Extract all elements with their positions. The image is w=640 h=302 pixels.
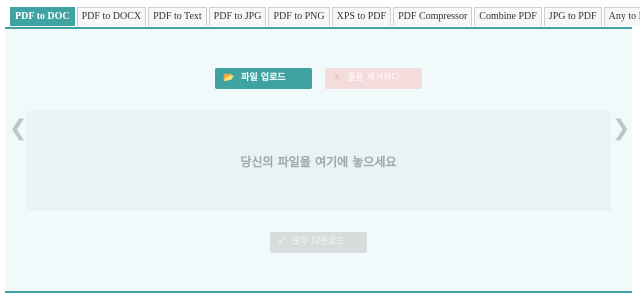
next-arrow-icon[interactable]: ❯ — [612, 118, 630, 140]
tab-pdf-to-text[interactable]: PDF to Text — [148, 7, 207, 26]
clear-queue-button-label: 줄을 제거하다 — [347, 73, 400, 83]
tab-pdf-compressor[interactable]: PDF Compressor — [393, 7, 473, 26]
clear-queue-button[interactable]: ✕ 줄을 제거하다 — [325, 68, 422, 89]
download-all-button-label: 모두 다운로드 — [292, 237, 345, 247]
tool-tabs: PDF to DOC PDF to DOCX PDF to Text PDF t… — [10, 7, 640, 27]
tab-jpg-to-pdf[interactable]: JPG to PDF — [543, 7, 602, 26]
tab-combine-pdf[interactable]: Combine PDF — [474, 7, 542, 26]
tab-any-to-pdf[interactable]: Any to PDF — [603, 7, 640, 26]
download-all-button[interactable]: ✔ 모두 다운로드 — [270, 232, 367, 253]
upload-button[interactable]: 📂 파일 업로드 — [215, 68, 312, 89]
dropzone-text: 당신의 파일을 여기에 놓으세요 — [240, 155, 397, 169]
prev-arrow-icon[interactable]: ❮ — [9, 118, 27, 140]
tab-pdf-to-doc[interactable]: PDF to DOC — [10, 7, 75, 26]
tab-pdf-to-docx[interactable]: PDF to DOCX — [76, 7, 147, 26]
close-icon: ✕ — [333, 73, 341, 83]
file-dropzone[interactable]: 당신의 파일을 여기에 놓으세요 — [26, 111, 611, 211]
folder-open-icon: 📂 — [223, 73, 235, 83]
converter-panel: 📂 파일 업로드 ✕ 줄을 제거하다 당신의 파일을 여기에 놓으세요 ✔ 모두… — [5, 27, 632, 293]
check-icon: ✔ — [278, 237, 286, 247]
upload-button-label: 파일 업로드 — [241, 73, 286, 83]
tab-pdf-to-png[interactable]: PDF to PNG — [268, 7, 330, 26]
tab-xps-to-pdf[interactable]: XPS to PDF — [331, 7, 392, 26]
tab-pdf-to-jpg[interactable]: PDF to JPG — [208, 7, 267, 26]
